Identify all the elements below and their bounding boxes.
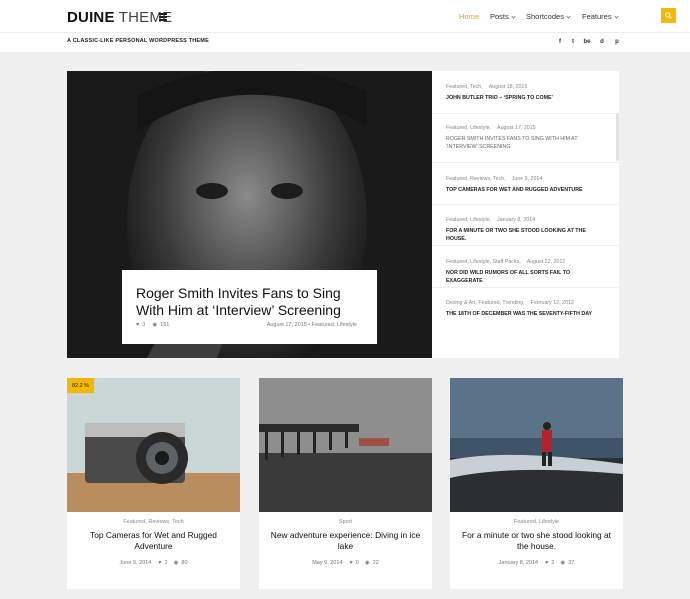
post-card[interactable]: 82.2 % Featured, Reviews, Tech Top Camer… [67, 378, 240, 589]
nav-features[interactable]: Features [582, 12, 619, 21]
card-views: 22 [372, 560, 379, 566]
site-tagline: A CLASSIC-LIKE PERSONAL WORDPRESS THEME [67, 38, 209, 44]
divider [432, 287, 619, 288]
eye-icon: ◉ [173, 560, 179, 566]
camera-photo [67, 378, 240, 512]
scrollbar[interactable] [616, 113, 619, 161]
post-date: August 22, 2012 [526, 259, 566, 265]
post-title[interactable]: TOP CAMERAS FOR WET AND RUGGED ADVENTURE [446, 186, 606, 194]
heart-icon[interactable]: ♥ [545, 560, 548, 566]
pinterest-icon[interactable]: p [613, 38, 621, 46]
list-item[interactable]: Featured, Lifestyle, August 17, 2015 ROGE… [446, 125, 606, 151]
beach-photo [450, 378, 623, 512]
list-item[interactable]: Featured, Tech, August 18, 2015 JOHN BUTL… [446, 84, 606, 102]
card-title[interactable]: Top Cameras for Wet and Rugged Adventure [77, 530, 230, 552]
pier-photo [259, 378, 432, 512]
twitter-icon[interactable]: t [569, 38, 577, 46]
heart-icon[interactable]: ♥ [350, 560, 353, 566]
card-views: 80 [181, 560, 188, 566]
nav-posts-label: Posts [490, 12, 509, 21]
hamburger-menu-icon[interactable] [159, 13, 167, 21]
card-categories[interactable]: Featured, Lifestyle [450, 519, 623, 525]
behance-icon[interactable]: be [583, 38, 591, 46]
post-categories[interactable]: Featured, Tech, [446, 84, 483, 90]
card-likes: 0 [355, 560, 359, 566]
post-date: August 18, 2015 [488, 84, 528, 90]
chevron-down-icon [566, 13, 571, 19]
post-date: August 17, 2015 [497, 125, 536, 131]
nav-features-label: Features [582, 12, 612, 21]
hero-likes: 3 [142, 322, 146, 328]
card-views: 37 [568, 560, 575, 566]
eye-icon: ◉ [364, 560, 370, 566]
list-item[interactable]: Featured, Reviews, Tech, June 9, 2014 TOP… [446, 176, 606, 194]
card-image[interactable] [450, 378, 623, 512]
card-likes: 2 [164, 560, 168, 566]
card-likes: 2 [551, 560, 555, 566]
nav-posts[interactable]: Posts [490, 12, 516, 21]
card-title[interactable]: New adventure experience: Diving in ice … [269, 530, 422, 552]
post-categories[interactable]: Featured, Reviews, Tech, [446, 176, 506, 182]
card-title[interactable]: For a minute or two she stood looking at… [460, 530, 613, 552]
site-header: DUINE THEME Home Posts Shortcodes Featur… [0, 0, 690, 33]
post-title[interactable]: NOR DID WILD RUMORS OF ALL SORTS FAIL TO… [446, 269, 606, 285]
sub-header: A CLASSIC-LIKE PERSONAL WORDPRESS THEME … [0, 33, 690, 52]
card-date: May 9, 2014 [312, 560, 343, 566]
divider [432, 245, 619, 246]
card-meta: June 9, 2014 ♥ 2 ◉ 80 [67, 560, 240, 566]
post-date: February 12, 2012 [530, 300, 574, 306]
card-date: June 9, 2014 [119, 560, 152, 566]
post-categories[interactable]: Featured, Lifestyle, [446, 125, 491, 131]
nav-shortcodes[interactable]: Shortcodes [526, 12, 571, 21]
post-categories[interactable]: Desing & Art, Featured, Trending, [446, 300, 525, 306]
card-categories[interactable]: Sport [259, 519, 432, 525]
list-item[interactable]: Desing & Art, Featured, Trending, Februar… [446, 300, 606, 318]
hero-views: 151 [160, 322, 170, 328]
post-title[interactable]: ROGER SMITH INVITES FANS TO SING WITH HI… [446, 135, 606, 151]
card-categories[interactable]: Featured, Reviews, Tech [67, 519, 240, 525]
card-meta: May 9, 2014 ♥ 0 ◉ 22 [259, 560, 432, 566]
logo-bold: DUINE [67, 9, 115, 26]
chevron-down-icon [613, 13, 619, 19]
divider [432, 204, 619, 205]
divider [432, 162, 619, 163]
card-image[interactable] [259, 378, 432, 512]
facebook-icon[interactable]: f [556, 38, 564, 46]
divider [432, 113, 619, 114]
site-logo[interactable]: DUINE THEME [67, 9, 172, 26]
post-card[interactable]: Featured, Lifestyle For a minute or two … [450, 378, 623, 589]
list-item[interactable]: Featured, Lifestyle, Staff Packs, August … [446, 259, 606, 285]
dribbble-icon[interactable]: d [598, 38, 606, 46]
hero-date-categories: August 17, 2015 • Featured, Lifestyle [266, 322, 357, 328]
hero-stats: ♥ 3 ◉ 151 [136, 322, 169, 328]
post-title[interactable]: JOHN BUTLER TRIO – ‘SPRING TO COME’ [446, 94, 606, 102]
heart-icon[interactable]: ♥ [136, 322, 139, 328]
nav-shortcodes-label: Shortcodes [526, 12, 564, 21]
card-meta: January 8, 2014 ♥ 2 ◉ 37 [450, 560, 623, 566]
featured-posts-list: Featured, Tech, August 18, 2015 JOHN BUTL… [432, 71, 619, 358]
card-date: January 8, 2014 [498, 560, 539, 566]
chevron-down-icon [511, 13, 516, 19]
hero-title[interactable]: Roger Smith Invites Fans to Sing With Hi… [136, 285, 372, 319]
post-categories[interactable]: Featured, Lifestyle, Staff Packs, [446, 259, 521, 265]
post-date: June 9, 2014 [511, 176, 543, 182]
list-item[interactable]: Featured, Lifestyle, January 8, 2014 FOR … [446, 217, 606, 243]
post-title[interactable]: THE 18TH OF DECEMBER WAS THE SEVENTY-FIF… [446, 310, 606, 318]
search-button[interactable] [661, 8, 676, 23]
heart-icon[interactable]: ♥ [158, 560, 161, 566]
post-date: January 8, 2014 [497, 217, 536, 223]
hero-caption-box[interactable]: Roger Smith Invites Fans to Sing With Hi… [122, 270, 377, 344]
eye-icon: ◉ [152, 322, 158, 328]
search-icon [665, 12, 672, 19]
post-card[interactable]: Sport New adventure experience: Diving i… [259, 378, 432, 589]
post-title[interactable]: FOR A MINUTE OR TWO SHE STOOD LOOKING AT… [446, 227, 606, 243]
post-categories[interactable]: Featured, Lifestyle, [446, 217, 491, 223]
nav-home[interactable]: Home [459, 12, 479, 21]
nav-home-label: Home [459, 12, 480, 21]
card-image[interactable] [67, 378, 240, 512]
eye-icon: ◉ [560, 560, 566, 566]
review-score-badge: 82.2 % [67, 378, 94, 393]
